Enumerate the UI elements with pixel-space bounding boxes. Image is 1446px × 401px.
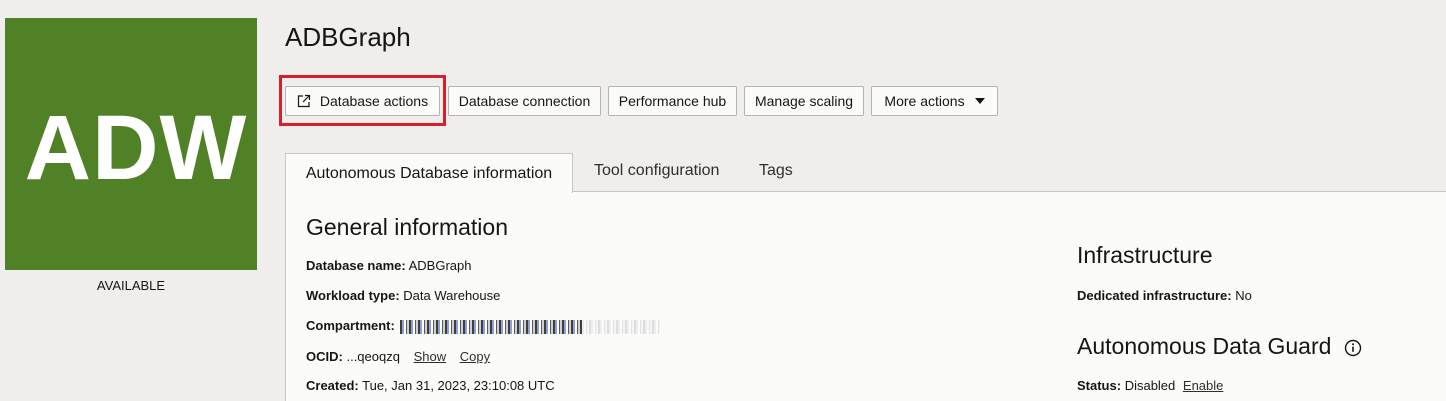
manage-scaling-button[interactable]: Manage scaling xyxy=(744,86,864,116)
workload-type-value: Data Warehouse xyxy=(403,288,501,303)
manage-scaling-label: Manage scaling xyxy=(754,93,854,109)
highlight-box xyxy=(279,75,446,126)
database-type-tile: ADW xyxy=(5,18,257,270)
created-value: Tue, Jan 31, 2023, 23:10:08 UTC xyxy=(362,378,555,393)
database-name-field: Database name: ADBGraph xyxy=(306,258,472,273)
dedicated-infrastructure-label: Dedicated infrastructure: xyxy=(1077,288,1232,303)
tab-tool-configuration[interactable]: Tool configuration xyxy=(594,162,719,180)
lifecycle-state: AVAILABLE xyxy=(96,278,166,293)
caret-down-icon xyxy=(974,98,985,104)
ocid-label: OCID: xyxy=(306,349,343,364)
compartment-field: Compartment: xyxy=(306,318,661,334)
compartment-value-redacted xyxy=(400,319,661,334)
performance-hub-label: Performance hub xyxy=(618,93,727,109)
data-guard-enable-link[interactable]: Enable xyxy=(1183,378,1223,393)
dedicated-infrastructure-value: No xyxy=(1235,288,1252,303)
database-name-value: ADBGraph xyxy=(408,258,472,273)
autonomous-data-guard-title: Autonomous Data Guard xyxy=(1077,333,1332,359)
more-actions-button[interactable]: More actions xyxy=(871,86,998,116)
dedicated-infrastructure-field: Dedicated infrastructure: No xyxy=(1077,288,1252,303)
database-name-label: Database name: xyxy=(306,258,406,273)
ocid-field: OCID: ...qeoqzq Show Copy xyxy=(306,349,490,364)
database-type-logo: ADW xyxy=(24,97,248,199)
tab-label: Autonomous Database information xyxy=(305,164,553,182)
database-connection-label: Database connection xyxy=(458,93,591,109)
data-guard-status-value: Disabled xyxy=(1124,378,1176,393)
ocid-show-link[interactable]: Show xyxy=(414,349,447,364)
data-guard-status-label: Status: xyxy=(1077,378,1122,393)
general-information-heading: General information xyxy=(306,214,508,240)
tab-tags[interactable]: Tags xyxy=(759,162,793,180)
data-guard-status-field: Status: Disabled Enable xyxy=(1077,378,1223,393)
info-icon[interactable] xyxy=(1344,339,1362,357)
infrastructure-heading: Infrastructure xyxy=(1077,242,1213,268)
database-connection-button[interactable]: Database connection xyxy=(448,86,601,116)
workload-type-label: Workload type: xyxy=(306,288,400,303)
created-label: Created: xyxy=(306,378,359,393)
created-field: Created: Tue, Jan 31, 2023, 23:10:08 UTC xyxy=(306,378,555,393)
more-actions-label: More actions xyxy=(884,93,965,109)
compartment-label: Compartment: xyxy=(306,318,395,333)
workload-type-field: Workload type: Data Warehouse xyxy=(306,288,500,303)
page-title: ADBGraph xyxy=(285,22,411,52)
ocid-value: ...qeoqzq xyxy=(346,349,400,364)
autonomous-data-guard-heading: Autonomous Data Guard xyxy=(1077,333,1362,360)
tab-autonomous-database-information[interactable]: Autonomous Database information xyxy=(285,153,573,193)
ocid-copy-link[interactable]: Copy xyxy=(460,349,490,364)
performance-hub-button[interactable]: Performance hub xyxy=(608,86,737,116)
